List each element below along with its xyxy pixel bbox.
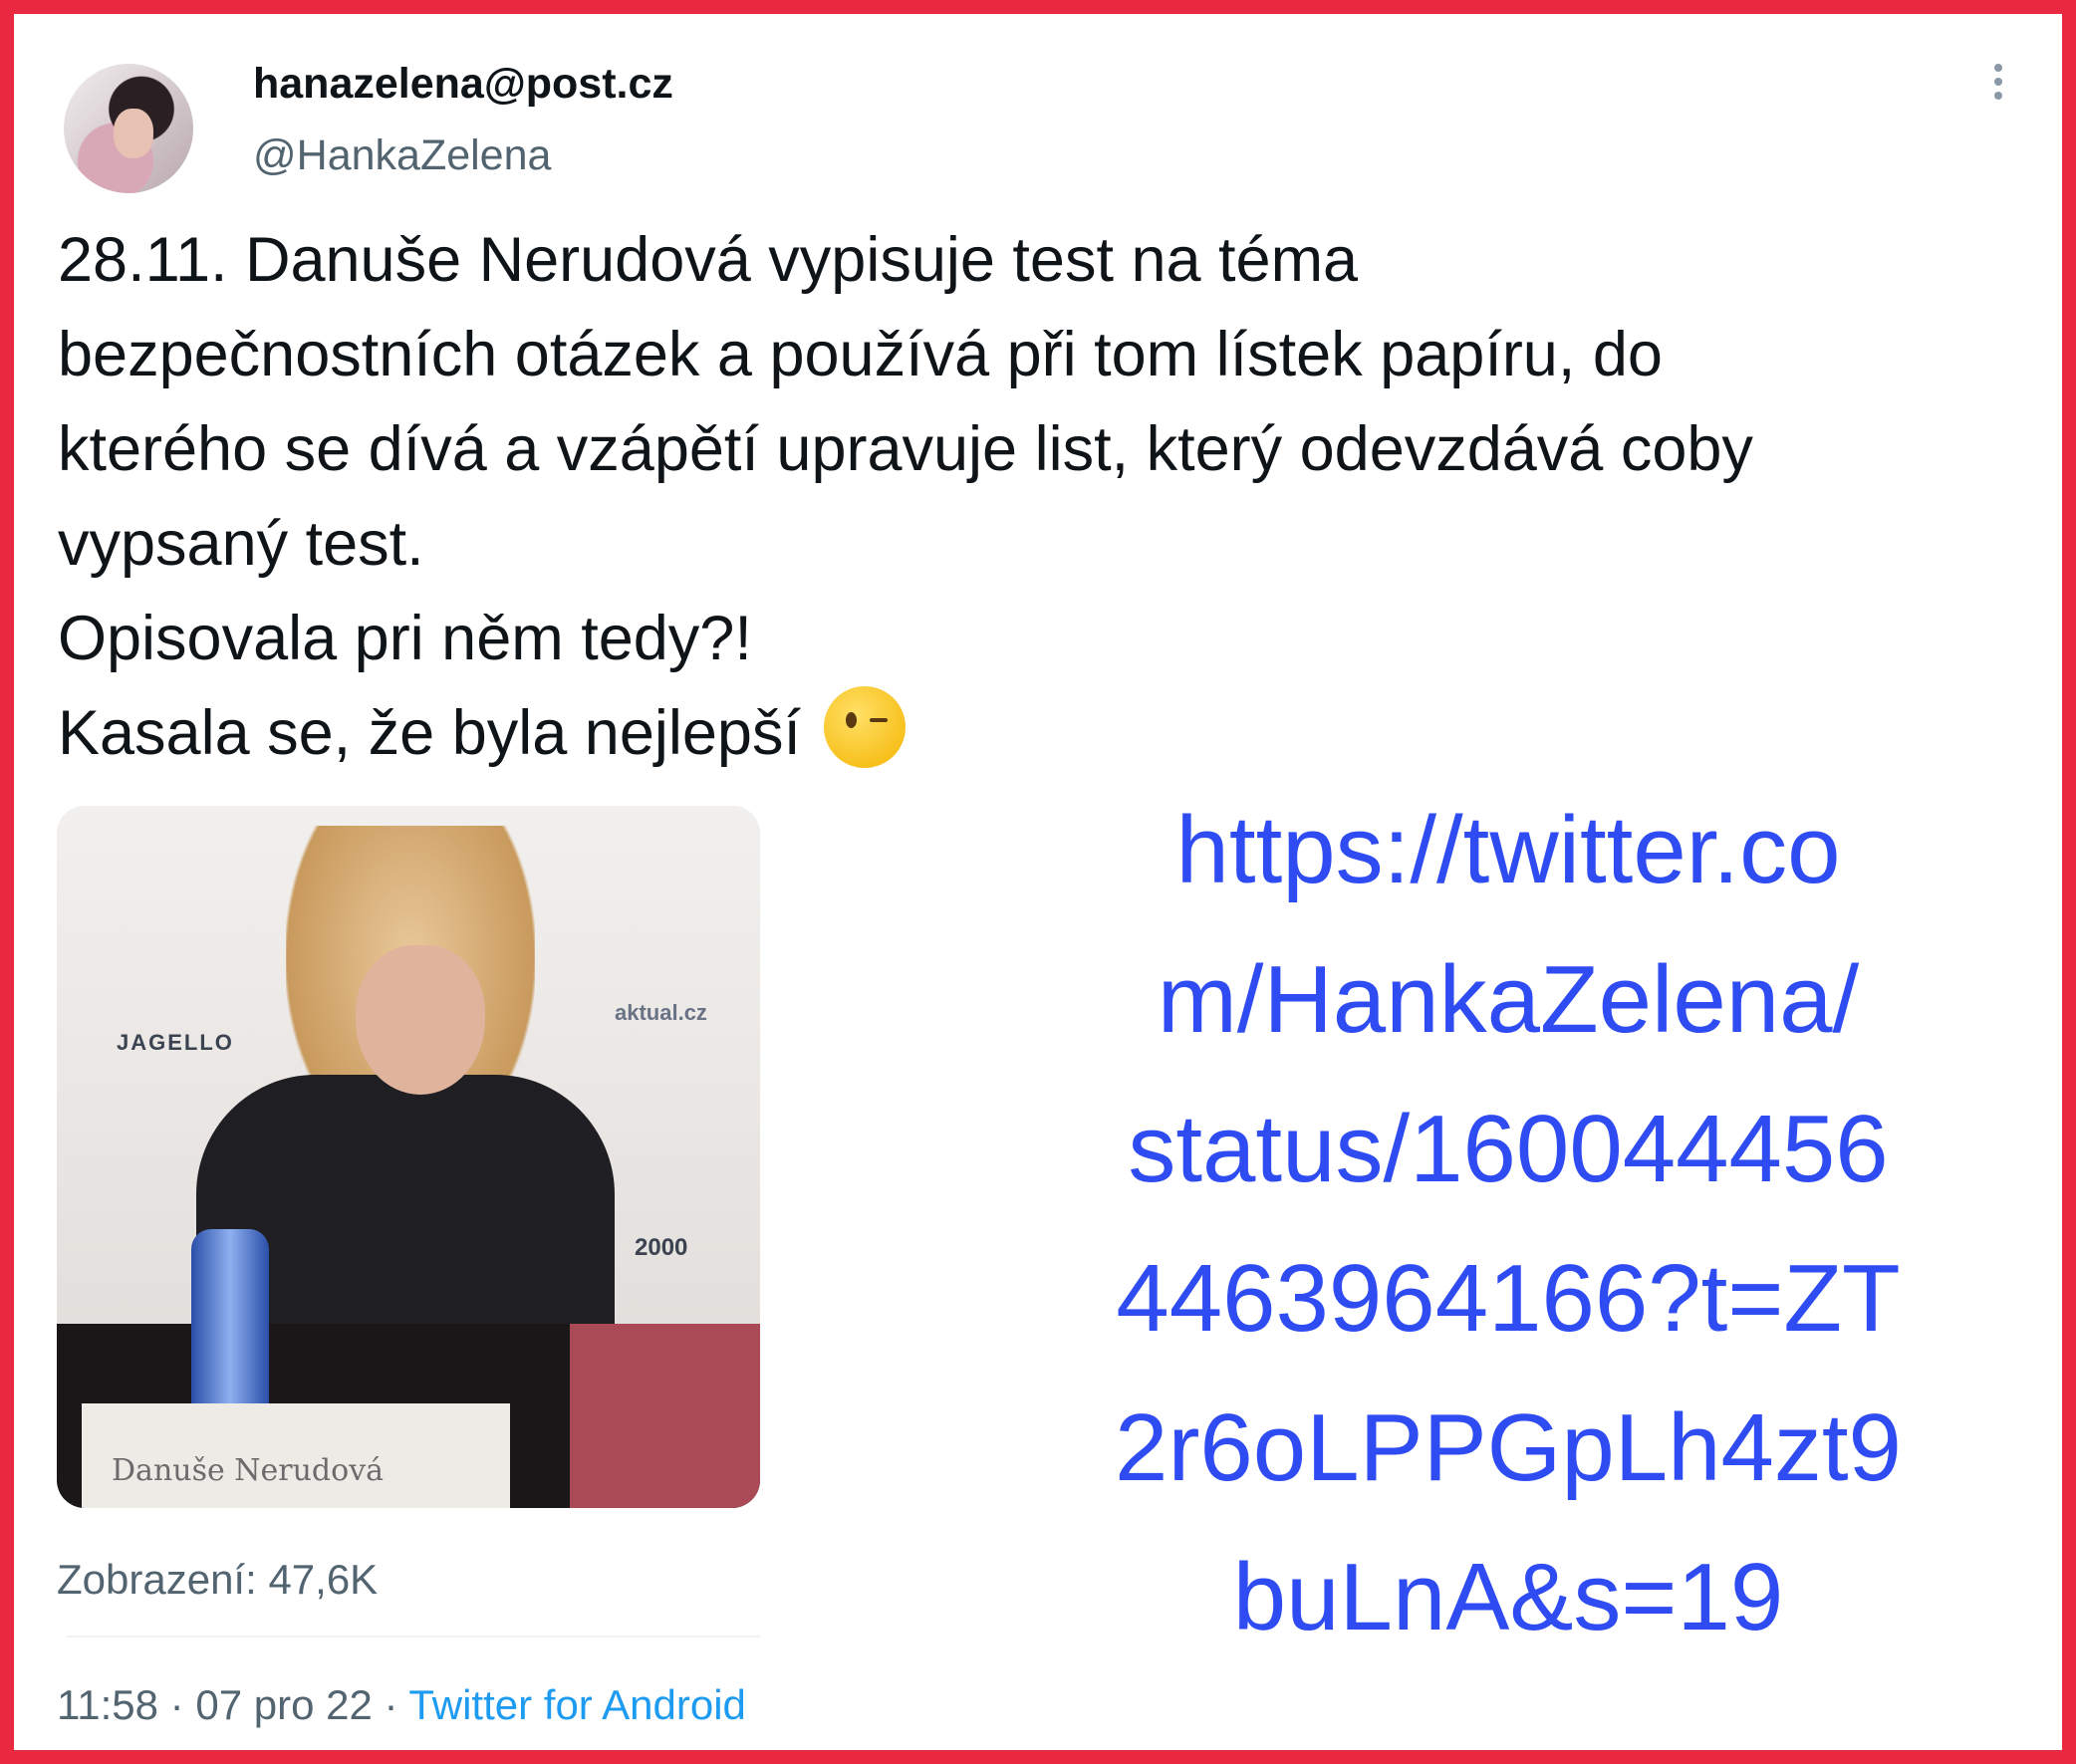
avatar-face xyxy=(114,109,153,158)
media-logo-right: aktual.cz xyxy=(615,1000,707,1025)
tweet-text: 28.11. Danuše Nerudová vypisuje test na … xyxy=(58,213,2040,781)
tweet-text-line: 28.11. Danuše Nerudová vypisuje test na … xyxy=(58,225,1359,295)
media-nameplate-label: Danuše Nerudová xyxy=(112,1453,385,1488)
view-count: Zobrazení: 47,6K xyxy=(57,1556,379,1603)
url-line: status/160044456 xyxy=(1128,1096,1889,1202)
url-line: m/HankaZelena/ xyxy=(1157,946,1860,1053)
tweet-text-line: kterého se dívá a vzápětí upravuje list,… xyxy=(58,414,1753,484)
tweet-text-line: Opisovala pri něm tedy?! xyxy=(58,604,752,673)
more-vertical-icon[interactable] xyxy=(1990,64,2006,114)
media-logo-bottom: 2000 xyxy=(635,1234,688,1261)
divider xyxy=(67,1636,760,1638)
user-handle[interactable]: @HankaZelena xyxy=(253,131,551,180)
tweet-meta: 11:58 · 07 pro 22 · Twitter for Android xyxy=(57,1681,746,1729)
avatar[interactable] xyxy=(64,64,193,193)
url-line: https://twitter.co xyxy=(1175,797,1841,903)
tweet-text-line-last: Kasala se, že byla nejlepší xyxy=(58,686,2040,781)
media-folder xyxy=(570,1324,760,1508)
tweet-card: hanazelena@post.cz @HankaZelena 28.11. D… xyxy=(14,14,2062,1750)
tweet-text-line: vypsaný test. xyxy=(58,509,424,579)
media-person-face xyxy=(356,945,485,1095)
meta-separator: · xyxy=(169,1681,184,1728)
tweet-date[interactable]: 07 pro 22 xyxy=(195,1681,372,1728)
media-logo-left: JAGELLO xyxy=(117,1030,234,1055)
url-overlay: https://twitter.co m/HankaZelena/ status… xyxy=(1010,776,2006,1672)
url-line: buLnA&s=19 xyxy=(1232,1544,1784,1650)
tweet-media-image[interactable]: JAGELLO aktual.cz 2000 Danuše Nerudová xyxy=(57,806,760,1508)
display-name[interactable]: hanazelena@post.cz xyxy=(253,60,673,109)
url-line: 4463964166?t=ZT xyxy=(1116,1245,1901,1352)
tweet-text-line: Kasala se, že byla nejlepší xyxy=(58,698,801,768)
tweet-source-link[interactable]: Twitter for Android xyxy=(408,1681,745,1728)
winking-face-emoji-icon xyxy=(824,686,907,768)
meta-separator: · xyxy=(384,1681,398,1728)
tweet-text-line: bezpečnostních otázek a používá při tom … xyxy=(58,320,1663,389)
tweet-time[interactable]: 11:58 xyxy=(57,1681,158,1728)
url-line: 2r6oLPPGpLh4zt9 xyxy=(1115,1394,1902,1501)
